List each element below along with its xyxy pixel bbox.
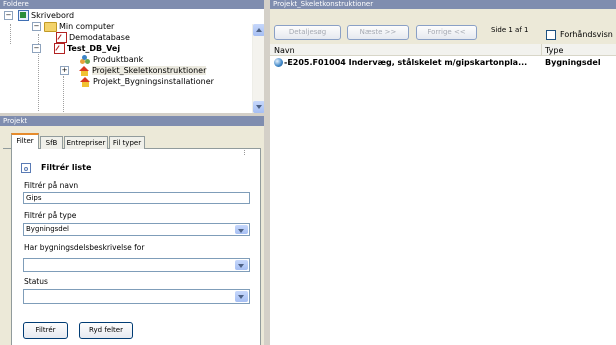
previous-page-label: Forrige <<: [427, 28, 466, 36]
results-toolbar: Detaljesøg Næste >> Forrige << Side 1 af…: [270, 9, 616, 44]
tab-entrepriser[interactable]: Entrepriser: [64, 136, 108, 149]
database-icon: [56, 32, 67, 43]
desktop-icon: [18, 10, 29, 21]
tree-item-label: Test_DB_Vej: [67, 44, 121, 53]
status-filter-select[interactable]: [23, 289, 250, 304]
preview-checkbox[interactable]: [546, 30, 556, 40]
chevron-down-icon[interactable]: [235, 225, 248, 234]
column-header-type[interactable]: Type: [545, 45, 563, 56]
clear-fields-button[interactable]: Ryd felter: [79, 322, 133, 339]
filter-button-label: Filtrér: [35, 326, 56, 334]
tree-line: [38, 46, 39, 111]
status-filter-label: Status: [24, 277, 48, 286]
results-column-header: [270, 44, 616, 56]
collapse-icon[interactable]: −: [32, 44, 41, 53]
row-type: Bygningsdel: [545, 58, 601, 67]
building-part-icon: [274, 58, 283, 67]
tree-item-label: Skrivebord: [31, 11, 75, 20]
name-filter-input[interactable]: Gips: [23, 192, 250, 204]
database-icon: [54, 43, 65, 54]
detail-search-label: Detaljesøg: [288, 28, 327, 36]
chevron-down-icon: [256, 105, 262, 109]
next-page-label: Næste >>: [359, 28, 397, 36]
type-filter-value: Bygningsdel: [26, 225, 69, 233]
previous-page-button[interactable]: Forrige <<: [416, 25, 477, 40]
project-icon: [80, 76, 91, 87]
expand-icon[interactable]: +: [60, 66, 69, 75]
tree-item-label: Projekt_Skeletkonstruktioner: [92, 66, 207, 75]
tree-item-label: Produktbank: [93, 55, 144, 64]
project-header-label: Projekt: [3, 117, 28, 125]
tree-item-label: Demodatabase: [69, 33, 130, 42]
tab-label: Filter: [16, 137, 34, 145]
folder-tree[interactable]: − Skrivebord − Min computer Demodatabase −…: [0, 9, 265, 113]
folders-header: Foldere: [0, 0, 264, 9]
clear-fields-button-label: Ryd felter: [89, 326, 123, 334]
name-filter-value: Gips: [26, 194, 42, 202]
project-header: Projekt: [0, 116, 264, 126]
row-name: -E205.F01004 Indervæg, stålskelet m/gips…: [284, 58, 528, 67]
tab-label: Fil typer: [112, 139, 142, 147]
chevron-up-icon: [256, 28, 262, 32]
description-filter-label: Har bygningsdelsbeskrivelse for: [24, 243, 145, 252]
tab-fil-typer[interactable]: Fil typer: [109, 136, 145, 149]
tree-item-test-db-vej[interactable]: − Test_DB_Vej: [32, 43, 120, 54]
type-filter-select[interactable]: Bygningsdel: [23, 223, 250, 236]
results-header: Projekt_Skeletkonstruktioner: [270, 0, 616, 9]
chevron-down-icon[interactable]: [235, 260, 248, 270]
results-list: Navn Type -E205.F01004 Indervæg, stålske…: [270, 44, 616, 345]
column-header-label: Type: [545, 46, 564, 55]
product-bank-icon: [80, 54, 91, 65]
description-filter-select[interactable]: [23, 258, 250, 272]
column-header-label: Navn: [274, 46, 295, 55]
tree-item-projekt-skeletkonstruktioner[interactable]: + Projekt_Skeletkonstruktioner: [60, 65, 207, 76]
tree-item-demodatabase[interactable]: Demodatabase: [56, 32, 130, 43]
chevron-down-icon[interactable]: [235, 291, 248, 302]
tab-label: SfB: [45, 139, 58, 147]
folders-header-label: Foldere: [3, 0, 29, 8]
tab-filter[interactable]: Filter: [11, 133, 39, 149]
project-icon: [79, 65, 90, 76]
page-info: Side 1 af 1: [491, 26, 529, 34]
type-filter-label: Filtrér på type: [24, 211, 77, 220]
tree-item-skrivebord[interactable]: − Skrivebord: [4, 10, 74, 21]
next-page-button[interactable]: Næste >>: [347, 25, 409, 40]
tree-line: [63, 76, 64, 112]
column-divider[interactable]: [541, 44, 542, 56]
table-row[interactable]: -E205.F01004 Indervæg, stålskelet m/gips…: [270, 57, 616, 69]
folder-icon: [44, 21, 57, 32]
tree-item-min-computer[interactable]: − Min computer: [32, 21, 114, 32]
tree-item-label: Projekt_Bygningsinstallationer: [93, 77, 214, 86]
name-filter-label: Filtrér på navn: [24, 181, 79, 190]
filter-title: Filtrér liste: [41, 163, 92, 172]
collapse-icon[interactable]: −: [32, 22, 41, 31]
collapse-icon[interactable]: −: [4, 11, 13, 20]
results-header-label: Projekt_Skeletkonstruktioner: [273, 0, 374, 8]
filter-tab-content: Filtrér liste Filtrér på navn Gips Filtr…: [11, 149, 261, 345]
tree-item-produktbank[interactable]: Produktbank: [80, 54, 143, 65]
tab-label: Entrepriser: [66, 139, 106, 147]
column-header-navn[interactable]: Navn: [274, 45, 295, 56]
filter-list-icon: [21, 163, 31, 173]
detail-search-button[interactable]: Detaljesøg: [274, 25, 341, 40]
filter-button[interactable]: Filtrér: [23, 322, 68, 339]
tree-item-label: Min computer: [59, 22, 115, 31]
folder-tree-scrollbar[interactable]: [252, 24, 265, 113]
preview-label: Forhåndsvisn: [560, 30, 613, 39]
tree-line: [10, 24, 11, 44]
tree-item-projekt-bygningsinstallationer[interactable]: Projekt_Bygningsinstallationer: [80, 76, 214, 87]
grip: [244, 150, 245, 155]
tab-sfb[interactable]: SfB: [40, 136, 63, 149]
